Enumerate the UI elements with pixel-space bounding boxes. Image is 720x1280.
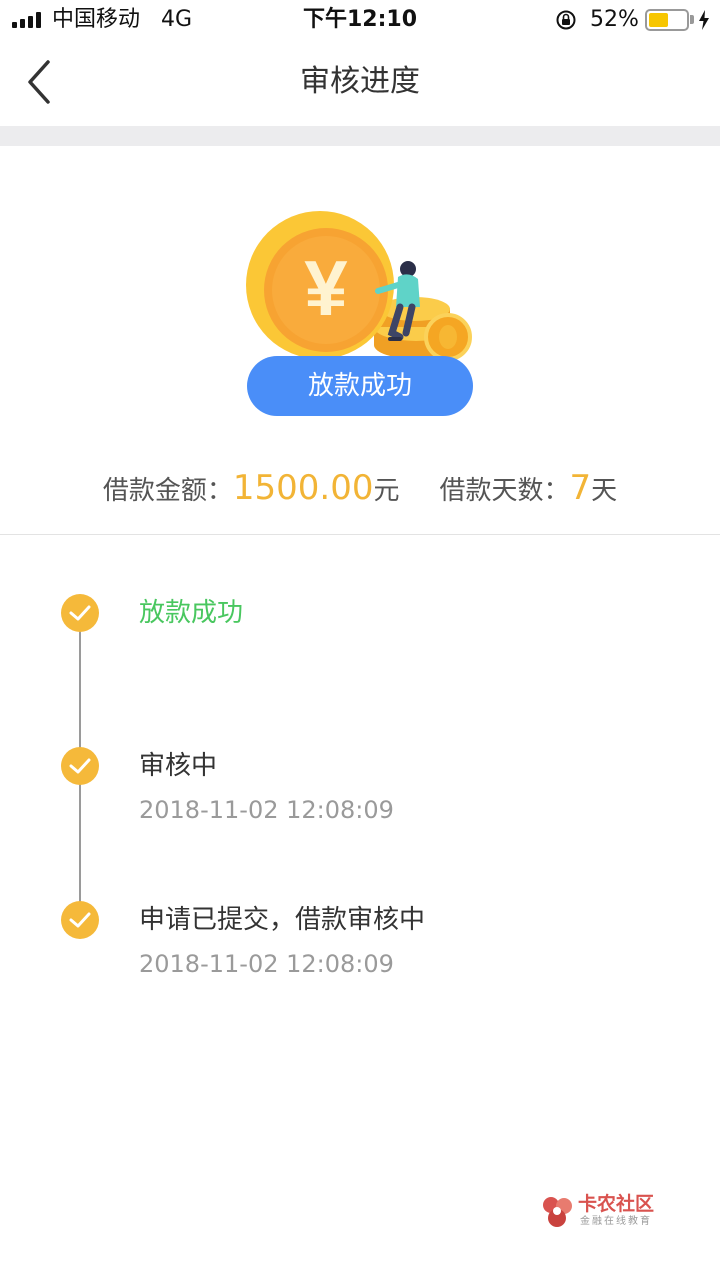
battery-icon <box>645 9 689 31</box>
watermark-subtitle: 金融在线教育 <box>580 1216 652 1227</box>
yuan-coin-person-icon: ¥ <box>246 211 472 361</box>
watermark: 卡农社区 金融在线教育 <box>540 1193 670 1233</box>
orientation-lock-icon <box>556 10 576 30</box>
battery-cap <box>690 15 694 24</box>
timeline-step-time: 2018-11-02 12:08:09 <box>139 950 394 978</box>
loan-days-value: 7 <box>569 468 592 508</box>
battery-fill <box>649 13 668 27</box>
charging-icon <box>699 10 709 30</box>
loan-days-unit: 天 <box>591 476 618 506</box>
header-divider <box>0 126 720 146</box>
loan-status-badge: 放款成功 <box>247 356 473 416</box>
yuan-symbol: ¥ <box>304 244 348 332</box>
status-bar: 中国移动 4G 下午12:10 52% <box>0 0 720 40</box>
loan-summary: 借款金额：1500.00元 借款天数：7天 <box>0 466 720 510</box>
loan-amount-value: 1500.00 <box>232 468 374 508</box>
timeline-step-time: 2018-11-02 12:08:09 <box>139 796 394 824</box>
page-title: 审核进度 <box>300 64 420 99</box>
check-circle-icon <box>61 594 99 632</box>
timeline-step-title: 审核中 <box>139 751 218 781</box>
watermark-title: 卡农社区 <box>578 1193 655 1215</box>
timeline-step-title: 放款成功 <box>139 598 244 628</box>
check-circle-icon <box>61 747 99 785</box>
check-circle-icon <box>61 901 99 939</box>
loan-days-label: 借款天数： <box>439 476 570 506</box>
nav-bar: 审核进度 <box>0 40 720 126</box>
timeline-step-title: 申请已提交，借款审核中 <box>139 905 426 935</box>
battery-percent: 52% <box>590 7 639 32</box>
kanong-logo-icon <box>543 1197 572 1227</box>
section-divider <box>0 534 720 535</box>
loan-amount-unit: 元 <box>373 476 400 506</box>
loan-amount-label: 借款金额： <box>102 476 233 506</box>
